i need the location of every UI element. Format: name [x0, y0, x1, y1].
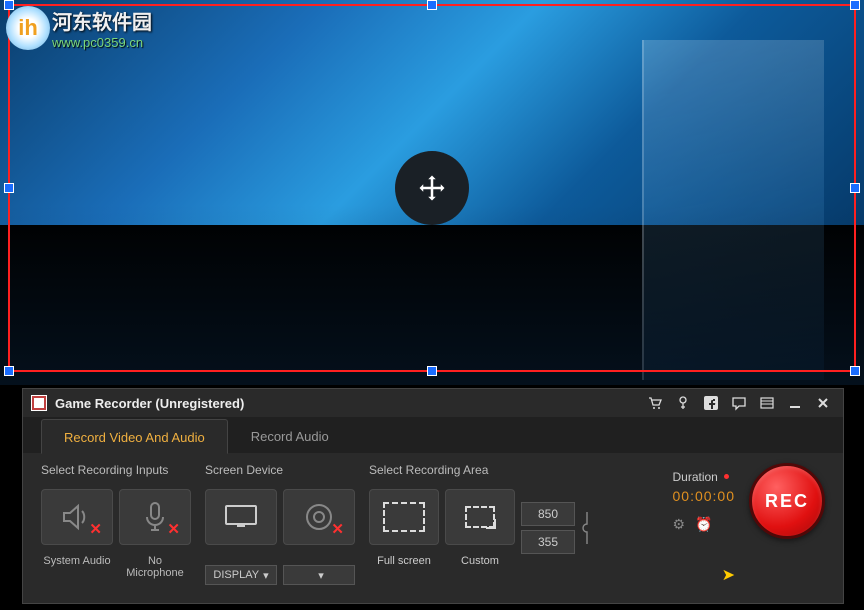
display-dropdown[interactable]: DISPLAY▾ — [205, 565, 277, 585]
close-button[interactable] — [815, 395, 831, 411]
custom-area-icon — [465, 506, 495, 528]
rec-indicator-dot — [724, 474, 729, 479]
duration-time: 00:00:00 — [673, 488, 736, 504]
custom-area-button[interactable] — [445, 489, 515, 545]
resize-handle-tm[interactable] — [427, 0, 437, 10]
chevron-down-icon: ▾ — [318, 569, 324, 582]
webcam-dropdown[interactable]: ▾ — [283, 565, 355, 585]
display-button[interactable] — [205, 489, 277, 545]
chevron-down-icon: ▾ — [263, 569, 269, 582]
menu-icon[interactable] — [759, 395, 775, 411]
timer-icon[interactable]: ⏰ — [695, 516, 712, 533]
minimize-button[interactable] — [787, 395, 803, 411]
resize-handle-tr[interactable] — [850, 0, 860, 10]
disabled-x-icon: ✕ — [167, 520, 180, 538]
device-label: Screen Device — [205, 463, 355, 479]
device-section: Screen Device ✕ DISPLAY▾ ▾ — [205, 463, 355, 585]
resize-handle-mr[interactable] — [850, 183, 860, 193]
height-field[interactable]: 355 — [521, 530, 575, 554]
area-label: Select Recording Area — [369, 463, 593, 479]
inputs-label: Select Recording Inputs — [41, 463, 191, 479]
tab-video-and-audio[interactable]: Record Video And Audio — [41, 419, 228, 454]
watermark-url: www.pc0359.cn — [52, 35, 152, 50]
disabled-x-icon: ✕ — [89, 520, 102, 538]
monitor-icon — [222, 502, 260, 532]
watermark-logo: ih — [6, 6, 50, 50]
area-section: Select Recording Area Full screen Custom… — [369, 463, 593, 567]
title-bar[interactable]: Game Recorder (Unregistered) — [23, 389, 843, 417]
watermark-title: 河东软件园 — [52, 6, 152, 35]
duration-block: Duration 00:00:00 ⚙ ⏰ — [673, 470, 736, 533]
capture-region-outline[interactable] — [8, 4, 856, 372]
record-button[interactable]: REC — [749, 463, 825, 539]
microphone-button[interactable]: ✕ — [119, 489, 191, 545]
custom-caption: Custom — [461, 555, 499, 567]
game-recorder-window: Game Recorder (Unregistered) Record Vide… — [22, 388, 844, 604]
resize-handle-ml[interactable] — [4, 183, 14, 193]
webcam-button[interactable]: ✕ — [283, 489, 355, 545]
move-icon — [417, 173, 447, 203]
fullscreen-icon — [383, 502, 425, 532]
microphone-icon — [142, 500, 168, 534]
width-field[interactable]: 850 — [521, 502, 575, 526]
resize-handle-bl[interactable] — [4, 366, 14, 376]
lock-ratio-icon[interactable] — [581, 508, 593, 548]
inputs-section: Select Recording Inputs ✕ ✕ System Audio… — [41, 463, 191, 579]
tabs-row: Record Video And Audio Record Audio — [23, 417, 843, 453]
fullscreen-button[interactable] — [369, 489, 439, 545]
settings-icon[interactable]: ⚙ — [673, 516, 686, 533]
feedback-icon[interactable] — [731, 395, 747, 411]
site-watermark: ih 河东软件园 www.pc0359.cn — [6, 6, 152, 50]
system-audio-caption: System Audio — [41, 555, 113, 579]
microphone-caption: No Microphone — [119, 555, 191, 579]
tab-audio[interactable]: Record Audio — [228, 418, 352, 453]
key-icon[interactable] — [675, 395, 691, 411]
cart-icon[interactable] — [647, 395, 663, 411]
fullscreen-caption: Full screen — [377, 555, 431, 567]
window-title: Game Recorder (Unregistered) — [55, 396, 647, 411]
duration-label: Duration — [673, 470, 718, 484]
record-label: REC — [765, 491, 809, 512]
resize-handle-br[interactable] — [850, 366, 860, 376]
resize-handle-bm[interactable] — [427, 366, 437, 376]
app-icon — [31, 395, 47, 411]
disabled-x-icon: ✕ — [331, 520, 344, 538]
system-audio-button[interactable]: ✕ — [41, 489, 113, 545]
facebook-icon[interactable] — [703, 395, 719, 411]
move-handle[interactable] — [395, 151, 469, 225]
